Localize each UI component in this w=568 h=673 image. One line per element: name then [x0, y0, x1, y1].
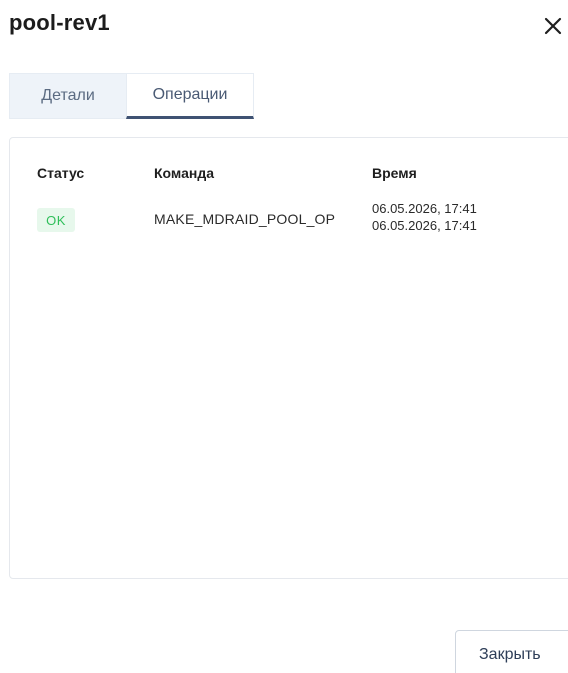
close-icon[interactable]	[540, 13, 566, 39]
tab-details[interactable]: Детали	[9, 73, 126, 119]
operations-table: Статус Команда Время OK MAKE_MDRAID_POOL…	[9, 137, 568, 579]
column-header-status: Статус	[37, 165, 85, 181]
status-badge: OK	[37, 208, 75, 232]
time-cell: 06.05.2026, 17:41 06.05.2026, 17:41	[372, 200, 477, 234]
time-start: 06.05.2026, 17:41	[372, 201, 477, 216]
column-header-time: Время	[372, 165, 417, 181]
dialog-title: pool-rev1	[9, 10, 110, 35]
operations-dialog: pool-rev1 Детали Операции Статус Команда…	[0, 0, 568, 673]
column-header-command: Команда	[154, 165, 214, 181]
tab-bar: Детали Операции	[9, 73, 254, 121]
time-end: 06.05.2026, 17:41	[372, 218, 477, 233]
command-cell: MAKE_MDRAID_POOL_OP	[154, 211, 336, 227]
tab-operations[interactable]: Операции	[126, 73, 254, 119]
close-button[interactable]: Закрыть	[455, 630, 568, 673]
